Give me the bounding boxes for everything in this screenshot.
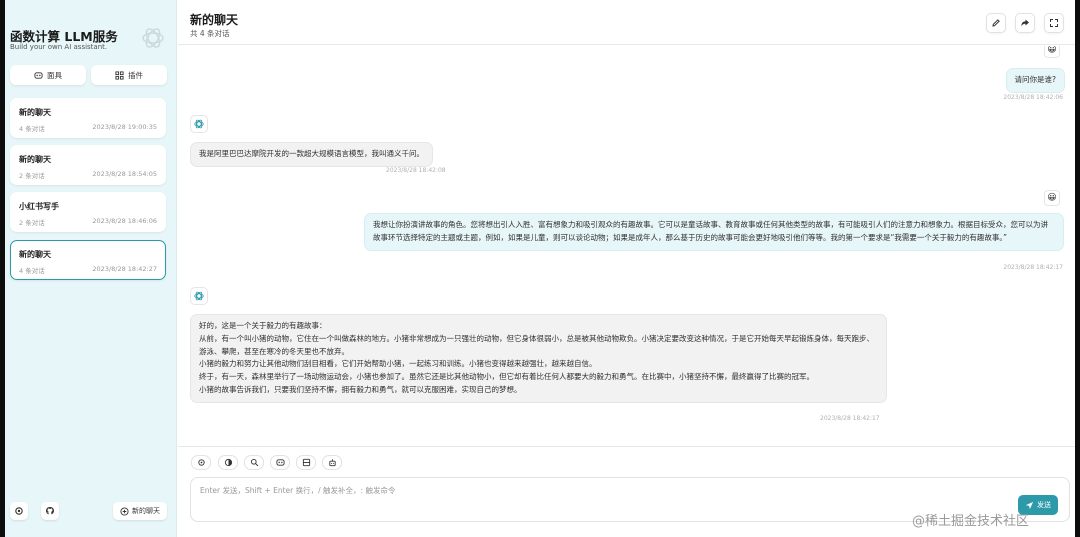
robot-icon [328, 459, 336, 467]
github-button[interactable] [41, 502, 59, 520]
chat-item-time: 2023/8/28 18:54:05 [92, 170, 157, 178]
clear-context-button[interactable] [322, 455, 342, 470]
add-circle-icon [120, 506, 129, 516]
user-avatar-icon: 😀 [1044, 190, 1060, 206]
message-timestamp: 2023/8/28 18:42:17 [820, 415, 880, 422]
user-avatar-icon: 😀 [1044, 46, 1060, 58]
user-message-bubble: 我想让你扮演讲故事的角色。您将想出引人入胜、富有想象力和吸引观众的有趣故事。它可… [364, 213, 1064, 251]
chat-item-count: 4 条对话 [19, 267, 45, 275]
watermark-text: @稀土掘金技术社区 [912, 514, 1030, 529]
mask-button[interactable]: 面具 [10, 65, 86, 85]
chat-settings-button[interactable] [191, 455, 211, 470]
send-button-label: 发送 [1037, 501, 1051, 509]
fullscreen-button[interactable] [1044, 13, 1064, 33]
chat-item-time: 2023/8/28 19:00:35 [92, 123, 157, 131]
chat-item-count: 2 条对话 [19, 172, 45, 180]
new-chat-button[interactable]: 新的聊天 [113, 502, 167, 520]
chat-list-item[interactable]: 新的聊天 4 条对话 2023/8/28 19:00:35 [10, 98, 166, 138]
chat-item-time: 2023/8/28 18:42:27 [92, 265, 157, 273]
mask-icon [34, 71, 43, 79]
send-plane-icon [1025, 501, 1034, 509]
bot-message-line: 终于，有一天，森林里举行了一场动物运动会，小猪也参加了。虽然它还是比其他动物小，… [199, 372, 814, 382]
theme-button[interactable] [218, 455, 238, 470]
chat-list-item[interactable]: 新的聊天 2 条对话 2023/8/28 18:54:05 [10, 145, 166, 185]
chat-item-title: 小红书写手 [19, 202, 59, 211]
mask-picker-button[interactable] [270, 455, 290, 470]
user-message-bubble: 请问你是谁? [1005, 68, 1065, 93]
right-edge-bar [1075, 0, 1080, 537]
gear-icon [15, 507, 23, 515]
auto-theme-icon [224, 458, 232, 467]
rename-button[interactable] [986, 13, 1006, 33]
mask-icon [275, 459, 285, 466]
share-arrow-icon [1021, 19, 1029, 27]
plugin-button-label: 插件 [128, 70, 143, 80]
chat-item-count: 2 条对话 [19, 219, 45, 227]
bot-avatar-icon [190, 287, 208, 305]
new-chat-label: 新的聊天 [132, 507, 160, 515]
chat-item-time: 2023/8/28 18:46:06 [92, 217, 157, 225]
bot-message-bubble: 我是阿里巴巴达摩院开发的一款超大规模语言模型，我叫通义千问。 [190, 142, 433, 167]
github-icon [46, 507, 54, 515]
bot-message-bubble: 好的，这是一个关于毅力的有趣故事： 从前，有一个叫小猪的动物，它住在一个叫做森林… [190, 314, 887, 403]
prompt-search-button[interactable] [244, 455, 264, 470]
app-window: 函数计算 LLM服务 Build your own AI assistant. … [0, 0, 1080, 537]
message-timestamp: 2023/8/28 18:42:17 [1003, 264, 1063, 271]
mask-button-label: 面具 [47, 70, 62, 80]
chat-list-item-active[interactable]: 新的聊天 4 条对话 2023/8/28 18:42:27 [10, 240, 166, 280]
plugin-grid-icon [115, 70, 124, 80]
expand-icon [1050, 19, 1058, 27]
bot-message-line: 好的，这是一个关于毅力的有趣故事： [199, 321, 327, 330]
chat-title: 新的聊天 [190, 13, 239, 27]
app-subtitle: Build your own AI assistant. [10, 43, 108, 51]
bot-avatar-icon [190, 115, 208, 133]
search-icon [250, 458, 258, 467]
message-timestamp: 2023/8/28 18:42:06 [1003, 94, 1063, 101]
bot-message-line: 小猪的故事告诉我们，只要我们坚持不懈，拥有毅力和勇气，就可以克服困难，实现自己的… [199, 384, 522, 394]
chat-item-title: 新的聊天 [19, 155, 51, 164]
chat-main: 新的聊天 共 4 条对话 😀 请问你是谁? 2023/8/28 18:42:06… [178, 0, 1075, 537]
chat-item-count: 4 条对话 [19, 125, 45, 133]
chat-item-title: 新的聊天 [19, 108, 51, 117]
message-timestamp: 2023/8/28 18:42:08 [386, 167, 446, 174]
share-button[interactable] [1015, 13, 1035, 33]
context-toggle-button[interactable] [296, 455, 316, 470]
plugin-button[interactable]: 插件 [91, 65, 167, 85]
chat-list-item[interactable]: 小红书写手 2 条对话 2023/8/28 18:46:06 [10, 192, 166, 232]
chat-header: 新的聊天 共 4 条对话 [178, 0, 1075, 45]
settings-button[interactable] [10, 502, 28, 520]
layout-icon [302, 458, 310, 467]
chat-item-title: 新的聊天 [19, 250, 51, 259]
message-list: 😀 请问你是谁? 2023/8/28 18:42:06 我是阿里巴巴达摩院开发的… [178, 46, 1075, 446]
chatgpt-logo-icon [142, 28, 164, 48]
gear-icon [197, 459, 205, 466]
sidebar: 函数计算 LLM服务 Build your own AI assistant. … [5, 0, 177, 537]
chat-message-count: 共 4 条对话 [190, 29, 230, 38]
pencil-icon [992, 19, 1000, 27]
bot-message-line: 从前，有一个叫小猪的动物，它住在一个叫做森林的地方。小猪非常想成为一只强壮的动物… [199, 333, 874, 356]
bot-message-line: 小猪的毅力和努力让其他动物们刮目相看，它们开始帮助小猪，一起练习和训练。小猪也变… [199, 359, 597, 369]
